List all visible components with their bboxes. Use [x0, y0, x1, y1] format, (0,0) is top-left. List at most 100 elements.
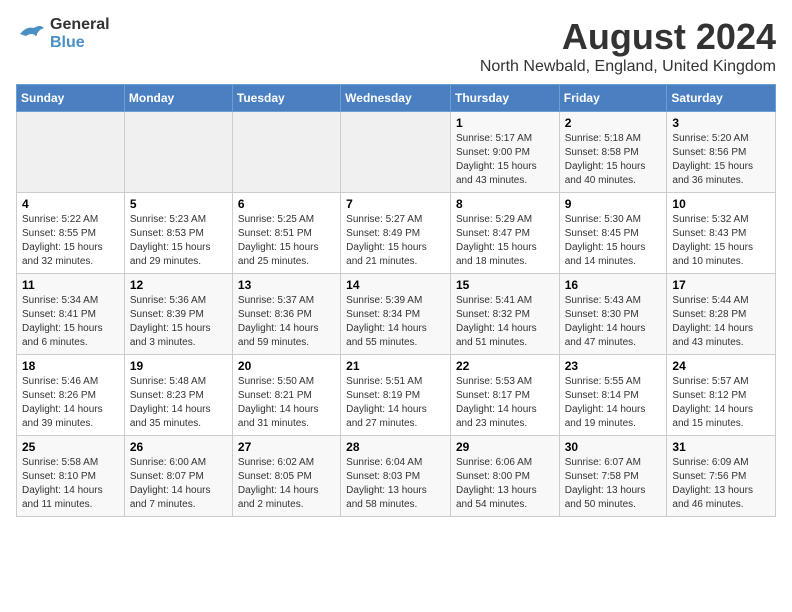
day-number: 15: [456, 278, 554, 292]
day-info: Sunrise: 5:57 AM Sunset: 8:12 PM Dayligh…: [672, 375, 770, 431]
page-header: General Blue August 2024 North Newbald, …: [16, 16, 776, 76]
calendar-cell: 12Sunrise: 5:36 AM Sunset: 8:39 PM Dayli…: [124, 274, 232, 355]
day-info: Sunrise: 6:02 AM Sunset: 8:05 PM Dayligh…: [238, 456, 335, 512]
month-title: August 2024: [480, 16, 776, 58]
day-info: Sunrise: 5:53 AM Sunset: 8:17 PM Dayligh…: [456, 375, 554, 431]
weekday-header-friday: Friday: [559, 85, 667, 112]
calendar-cell: 15 Sunrise: 5:41 AM Sunset: 8:32 PM Dayli…: [450, 274, 559, 355]
day-info: Sunrise: 5:41 AM Sunset: 8:32 PM Dayligh…: [456, 294, 554, 350]
calendar-week-3: 11Sunrise: 5:34 AM Sunset: 8:41 PM Dayli…: [17, 274, 776, 355]
calendar-cell: 7Sunrise: 5:27 AM Sunset: 8:49 PM Daylig…: [341, 193, 451, 274]
day-info: Sunrise: 5:18 AM Sunset: 8:58 PM Dayligh…: [565, 132, 662, 188]
day-number: 26: [130, 440, 227, 454]
weekday-header-wednesday: Wednesday: [341, 85, 451, 112]
calendar-cell: 30 Sunrise: 6:07 AM Sunset: 7:58 PM Dayli…: [559, 436, 667, 517]
day-info: Sunrise: 5:50 AM Sunset: 8:21 PM Dayligh…: [238, 375, 335, 431]
calendar-cell: [17, 112, 125, 193]
day-info: Sunrise: 5:25 AM Sunset: 8:51 PM Dayligh…: [238, 213, 335, 269]
day-info: Sunrise: 5:48 AM Sunset: 8:23 PM Dayligh…: [130, 375, 227, 431]
weekday-header-saturday: Saturday: [667, 85, 776, 112]
calendar-week-1: 1 Sunrise: 5:17 AM Sunset: 9:00 PM Daylig…: [17, 112, 776, 193]
calendar-cell: 20 Sunrise: 5:50 AM Sunset: 8:21 PM Dayli…: [232, 355, 340, 436]
calendar-cell: 8 Sunrise: 5:29 AM Sunset: 8:47 PM Daylig…: [450, 193, 559, 274]
day-number: 21: [346, 359, 445, 373]
logo-text: General Blue: [50, 16, 110, 52]
location-subtitle: North Newbald, England, United Kingdom: [480, 58, 776, 76]
calendar-cell: 2 Sunrise: 5:18 AM Sunset: 8:58 PM Daylig…: [559, 112, 667, 193]
calendar-cell: 27 Sunrise: 6:02 AM Sunset: 8:05 PM Dayli…: [232, 436, 340, 517]
day-number: 24: [672, 359, 770, 373]
calendar-week-5: 25Sunrise: 5:58 AM Sunset: 8:10 PM Dayli…: [17, 436, 776, 517]
calendar-cell: 28 Sunrise: 6:04 AM Sunset: 8:03 PM Dayli…: [341, 436, 451, 517]
day-number: 27: [238, 440, 335, 454]
calendar-cell: 14 Sunrise: 5:39 AM Sunset: 8:34 PM Dayli…: [341, 274, 451, 355]
calendar-cell: 23Sunrise: 5:55 AM Sunset: 8:14 PM Dayli…: [559, 355, 667, 436]
day-info: Sunrise: 5:39 AM Sunset: 8:34 PM Dayligh…: [346, 294, 445, 350]
day-number: 18: [22, 359, 119, 373]
day-number: 6: [238, 197, 335, 211]
calendar-cell: 4 Sunrise: 5:22 AM Sunset: 8:55 PM Daylig…: [17, 193, 125, 274]
calendar-cell: 1 Sunrise: 5:17 AM Sunset: 9:00 PM Daylig…: [450, 112, 559, 193]
day-info: Sunrise: 6:06 AM Sunset: 8:00 PM Dayligh…: [456, 456, 554, 512]
day-info: Sunrise: 5:29 AM Sunset: 8:47 PM Dayligh…: [456, 213, 554, 269]
day-number: 20: [238, 359, 335, 373]
header-row: SundayMondayTuesdayWednesdayThursdayFrid…: [17, 85, 776, 112]
day-info: Sunrise: 6:09 AM Sunset: 7:56 PM Dayligh…: [672, 456, 770, 512]
day-number: 2: [565, 116, 662, 130]
day-number: 19: [130, 359, 227, 373]
day-number: 16: [565, 278, 662, 292]
day-info: Sunrise: 5:43 AM Sunset: 8:30 PM Dayligh…: [565, 294, 662, 350]
day-number: 9: [565, 197, 662, 211]
day-info: Sunrise: 5:58 AM Sunset: 8:10 PM Dayligh…: [22, 456, 119, 512]
day-number: 13: [238, 278, 335, 292]
calendar-cell: 5Sunrise: 5:23 AM Sunset: 8:53 PM Daylig…: [124, 193, 232, 274]
day-number: 23: [565, 359, 662, 373]
calendar-cell: 16 Sunrise: 5:43 AM Sunset: 8:30 PM Dayli…: [559, 274, 667, 355]
calendar-cell: 29Sunrise: 6:06 AM Sunset: 8:00 PM Dayli…: [450, 436, 559, 517]
day-info: Sunrise: 6:00 AM Sunset: 8:07 PM Dayligh…: [130, 456, 227, 512]
day-info: Sunrise: 6:07 AM Sunset: 7:58 PM Dayligh…: [565, 456, 662, 512]
calendar-cell: 25Sunrise: 5:58 AM Sunset: 8:10 PM Dayli…: [17, 436, 125, 517]
calendar-table: SundayMondayTuesdayWednesdayThursdayFrid…: [16, 84, 776, 517]
calendar-cell: 11Sunrise: 5:34 AM Sunset: 8:41 PM Dayli…: [17, 274, 125, 355]
calendar-cell: [124, 112, 232, 193]
calendar-cell: 6 Sunrise: 5:25 AM Sunset: 8:51 PM Daylig…: [232, 193, 340, 274]
calendar-week-2: 4 Sunrise: 5:22 AM Sunset: 8:55 PM Daylig…: [17, 193, 776, 274]
calendar-week-4: 18Sunrise: 5:46 AM Sunset: 8:26 PM Dayli…: [17, 355, 776, 436]
day-number: 30: [565, 440, 662, 454]
weekday-header-tuesday: Tuesday: [232, 85, 340, 112]
calendar-cell: 21 Sunrise: 5:51 AM Sunset: 8:19 PM Dayli…: [341, 355, 451, 436]
day-number: 10: [672, 197, 770, 211]
calendar-cell: 17 Sunrise: 5:44 AM Sunset: 8:28 PM Dayli…: [667, 274, 776, 355]
day-number: 14: [346, 278, 445, 292]
day-number: 3: [672, 116, 770, 130]
calendar-cell: [341, 112, 451, 193]
day-info: Sunrise: 5:17 AM Sunset: 9:00 PM Dayligh…: [456, 132, 554, 188]
day-info: Sunrise: 5:23 AM Sunset: 8:53 PM Dayligh…: [130, 213, 227, 269]
day-info: Sunrise: 5:44 AM Sunset: 8:28 PM Dayligh…: [672, 294, 770, 350]
day-number: 11: [22, 278, 119, 292]
day-info: Sunrise: 5:27 AM Sunset: 8:49 PM Dayligh…: [346, 213, 445, 269]
day-info: Sunrise: 5:30 AM Sunset: 8:45 PM Dayligh…: [565, 213, 662, 269]
day-number: 28: [346, 440, 445, 454]
day-info: Sunrise: 5:20 AM Sunset: 8:56 PM Dayligh…: [672, 132, 770, 188]
logo: General Blue: [16, 16, 110, 52]
day-number: 17: [672, 278, 770, 292]
day-info: Sunrise: 5:22 AM Sunset: 8:55 PM Dayligh…: [22, 213, 119, 269]
weekday-header-sunday: Sunday: [17, 85, 125, 112]
day-number: 8: [456, 197, 554, 211]
day-number: 22: [456, 359, 554, 373]
calendar-cell: [232, 112, 340, 193]
day-number: 1: [456, 116, 554, 130]
calendar-cell: 22 Sunrise: 5:53 AM Sunset: 8:17 PM Dayli…: [450, 355, 559, 436]
calendar-body: 1 Sunrise: 5:17 AM Sunset: 9:00 PM Daylig…: [17, 112, 776, 517]
day-info: Sunrise: 5:51 AM Sunset: 8:19 PM Dayligh…: [346, 375, 445, 431]
calendar-cell: 13Sunrise: 5:37 AM Sunset: 8:36 PM Dayli…: [232, 274, 340, 355]
calendar-cell: 18Sunrise: 5:46 AM Sunset: 8:26 PM Dayli…: [17, 355, 125, 436]
calendar-cell: 3 Sunrise: 5:20 AM Sunset: 8:56 PM Daylig…: [667, 112, 776, 193]
day-info: Sunrise: 6:04 AM Sunset: 8:03 PM Dayligh…: [346, 456, 445, 512]
day-number: 12: [130, 278, 227, 292]
day-number: 4: [22, 197, 119, 211]
day-info: Sunrise: 5:32 AM Sunset: 8:43 PM Dayligh…: [672, 213, 770, 269]
calendar-header: SundayMondayTuesdayWednesdayThursdayFrid…: [17, 85, 776, 112]
